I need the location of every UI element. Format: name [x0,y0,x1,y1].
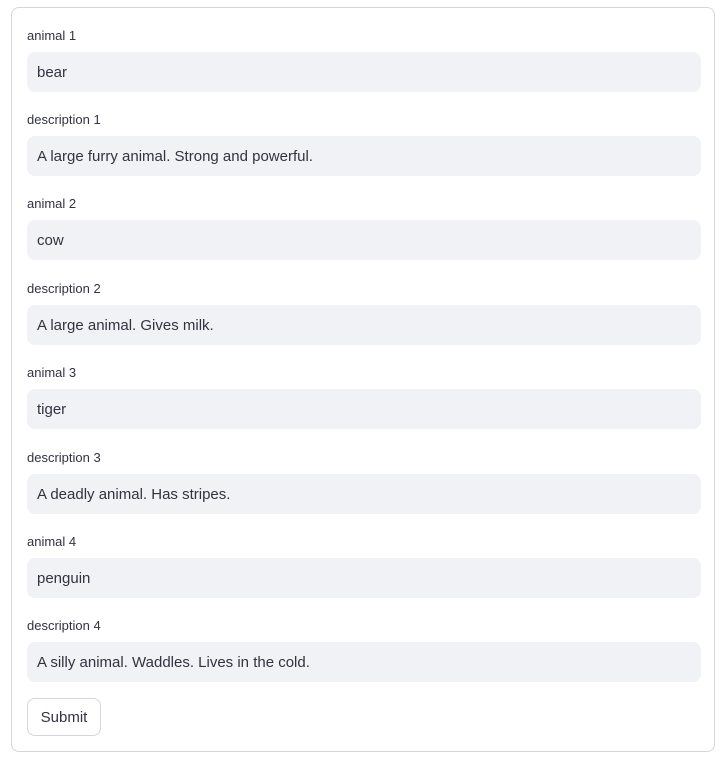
animal-4-label: animal 4 [27,534,77,549]
field-animal-4: animal 4 [27,534,702,598]
field-description-3: description 3 [27,450,702,514]
field-animal-3: animal 3 [27,365,702,429]
animal-1-label: animal 1 [27,28,77,43]
field-description-4: description 4 [27,618,702,682]
description-1-label: description 1 [27,112,101,127]
animal-3-input[interactable] [27,389,701,429]
description-4-label: description 4 [27,618,101,633]
animal-2-label: animal 2 [27,196,77,211]
field-description-1: description 1 [27,112,702,176]
submit-button[interactable]: Submit [27,698,101,736]
field-animal-2: animal 2 [27,196,702,260]
description-2-label: description 2 [27,281,101,296]
animal-2-input[interactable] [27,220,701,260]
animal-3-label: animal 3 [27,365,77,380]
description-3-input[interactable] [27,474,701,514]
description-2-input[interactable] [27,305,701,345]
description-1-input[interactable] [27,136,701,176]
description-4-input[interactable] [27,642,701,682]
field-animal-1: animal 1 [27,28,702,92]
animal-form: animal 1 description 1 animal 2 descript… [11,7,715,752]
animal-4-input[interactable] [27,558,701,598]
animal-1-input[interactable] [27,52,701,92]
field-description-2: description 2 [27,281,702,345]
description-3-label: description 3 [27,450,101,465]
